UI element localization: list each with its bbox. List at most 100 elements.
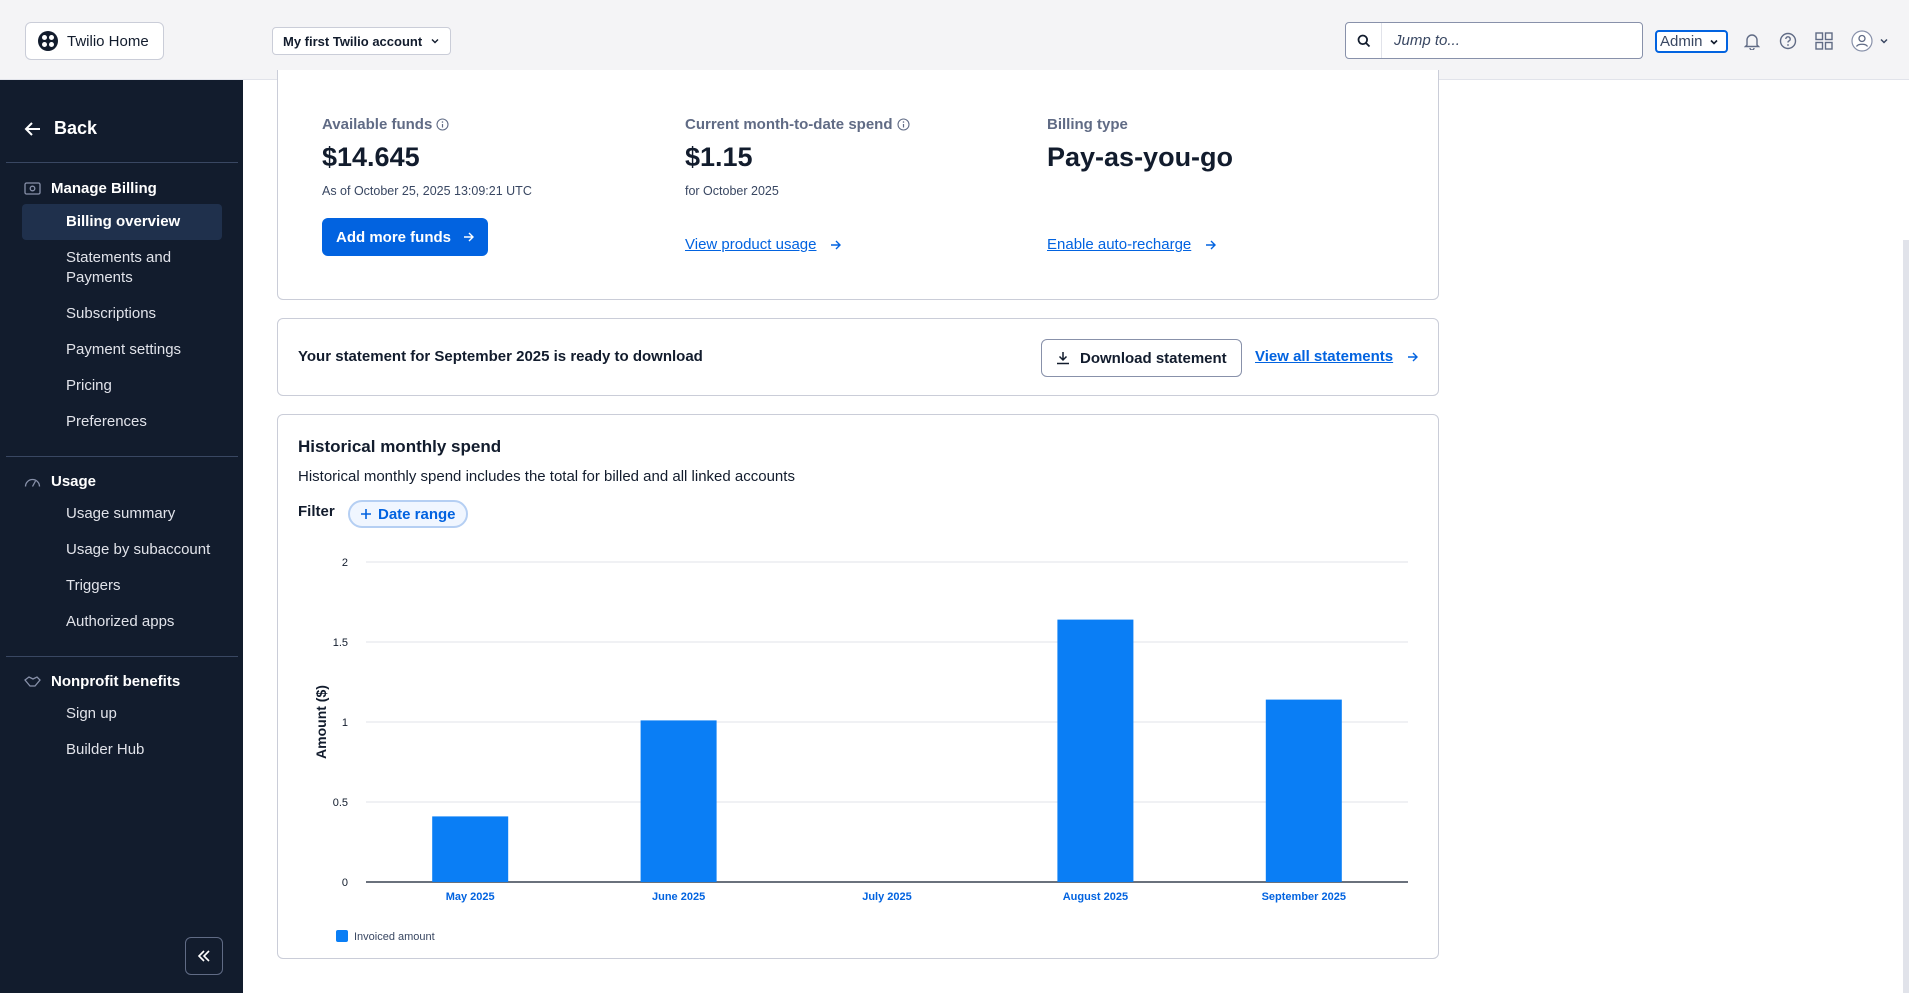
billing-icon [24,182,41,195]
double-chevron-left-icon [197,950,210,962]
mtd-spend-value: $1.15 [685,142,753,172]
monthly-spend-bar-chart: 0 0.5 1 1.5 2 Amount ($) May 2025 June 2025 July… [313,557,1408,943]
twilio-home-button[interactable]: Twilio Home [25,22,164,60]
divider [6,162,238,163]
jump-to-search[interactable] [1345,22,1643,59]
x-tick-label: September 2025 [1262,891,1346,903]
role-select[interactable]: Admin [1655,30,1728,53]
legend-label: Invoiced amount [354,931,435,943]
available-funds-note: As of October 25, 2025 13:09:21 UTC [322,184,532,198]
sidebar-item-pricing[interactable]: Pricing [66,376,216,396]
sidebar-item-payment-settings[interactable]: Payment settings [66,340,216,360]
back-link[interactable]: Back [24,118,97,139]
info-icon[interactable] [896,118,910,131]
y-tick-label: 2 [342,557,348,569]
y-tick-label: 0 [342,877,348,889]
arrow-right-icon [1408,352,1419,361]
add-funds-label: Add more funds [336,228,451,246]
sidebar-item-preferences[interactable]: Preferences [66,412,216,432]
sidebar-item-statements[interactable]: Statements and Payments [66,248,216,288]
section-title: Manage Billing [51,180,157,197]
chevron-down-icon [1880,38,1888,44]
mtd-spend-note: for October 2025 [685,184,779,198]
x-tick-label: May 2025 [446,891,495,903]
billing-summary-card: Available funds $14.645 As of October 25… [277,70,1439,300]
page-scrollbar[interactable] [1903,240,1909,993]
bar [640,720,717,882]
plus-icon [361,509,371,519]
bar [1057,619,1134,882]
y-tick-label: 0.5 [333,797,348,809]
sidebar-item-billing-overview[interactable]: Billing overview [22,204,222,240]
account-switcher[interactable]: My first Twilio account [272,27,452,55]
x-tick-label: July 2025 [862,891,912,903]
arrow-right-icon [464,232,474,242]
bar [1265,699,1342,882]
search-icon [1346,23,1382,58]
filter-label: Filter [298,503,335,520]
twilio-home-label: Twilio Home [67,32,149,50]
mtd-label-text: Current month-to-date spend [685,116,893,133]
arrow-left-icon [24,121,40,136]
sidebar-item-builder-hub[interactable]: Builder Hub [66,740,216,760]
download-label: Download statement [1080,349,1227,367]
y-tick-label: 1.5 [333,637,348,649]
add-more-funds-button[interactable]: Add more funds [322,218,488,256]
date-range-filter-button[interactable]: Date range [348,500,468,528]
enable-auto-recharge-link[interactable]: Enable auto-recharge [1047,236,1217,253]
billing-type-label: Billing type [1047,116,1128,133]
available-funds-label: Available funds [322,116,449,133]
role-value: Admin [1660,33,1703,50]
auto-recharge-label: Enable auto-recharge [1047,236,1192,253]
legend-swatch [336,930,348,942]
sidebar-item-usage-by-subaccount[interactable]: Usage by subaccount [66,540,216,560]
account-label: My first Twilio account [283,33,423,49]
info-icon[interactable] [436,118,449,131]
help-icon[interactable] [1777,30,1799,52]
download-statement-button[interactable]: Download statement [1041,339,1242,377]
view-all-label: View all statements [1255,348,1394,365]
view-all-statements-link[interactable]: View all statements [1255,348,1419,365]
download-icon [1057,352,1069,365]
arrow-right-icon [1206,240,1217,249]
chart-title: Historical monthly spend [298,437,502,456]
date-range-label: Date range [378,505,456,523]
user-menu[interactable] [1850,30,1890,52]
sidebar-item-triggers[interactable]: Triggers [66,576,216,596]
x-tick-label: August 2025 [1063,891,1128,903]
section-title: Nonprofit benefits [51,673,181,690]
available-funds-label-text: Available funds [322,116,433,133]
search-input[interactable] [1382,32,1622,49]
sidebar-item-sign-up[interactable]: Sign up [66,704,216,724]
view-product-usage-link[interactable]: View product usage [685,236,842,253]
historical-spend-card: Historical monthly spend Historical mont… [277,414,1439,959]
chevron-down-icon [431,39,439,44]
section-usage: Usage [24,473,96,490]
bell-icon[interactable] [1741,30,1763,52]
gauge-icon [24,478,41,487]
handshake-icon [24,676,41,687]
sidebar-item-authorized-apps[interactable]: Authorized apps [66,612,216,632]
y-axis-label: Amount ($) [313,685,329,759]
sidebar: Back Manage Billing Billing overview Sta… [0,80,243,993]
chart-description: Historical monthly spend includes the to… [298,468,795,485]
twilio-logo-icon [38,31,58,51]
section-title: Usage [51,473,97,490]
divider [6,456,238,457]
statement-ready-card: Your statement for September 2025 is rea… [277,318,1439,396]
view-usage-label: View product usage [685,236,817,253]
arrow-right-icon [831,240,842,249]
section-manage-billing: Manage Billing [24,180,157,197]
back-label: Back [54,118,98,138]
collapse-sidebar-button[interactable] [185,937,223,975]
sidebar-item-subscriptions[interactable]: Subscriptions [66,304,216,324]
sidebar-item-usage-summary[interactable]: Usage summary [66,504,216,524]
section-nonprofit-benefits: Nonprofit benefits [24,673,180,690]
divider [6,656,238,657]
billing-type-value: Pay-as-you-go [1047,142,1234,172]
statement-message: Your statement for September 2025 is rea… [298,348,703,365]
available-funds-value: $14.645 [322,142,420,172]
y-tick-label: 1 [342,717,348,729]
apps-grid-icon[interactable] [1813,30,1835,52]
top-bar: Twilio Home My first Twilio account Admi… [0,0,1909,80]
